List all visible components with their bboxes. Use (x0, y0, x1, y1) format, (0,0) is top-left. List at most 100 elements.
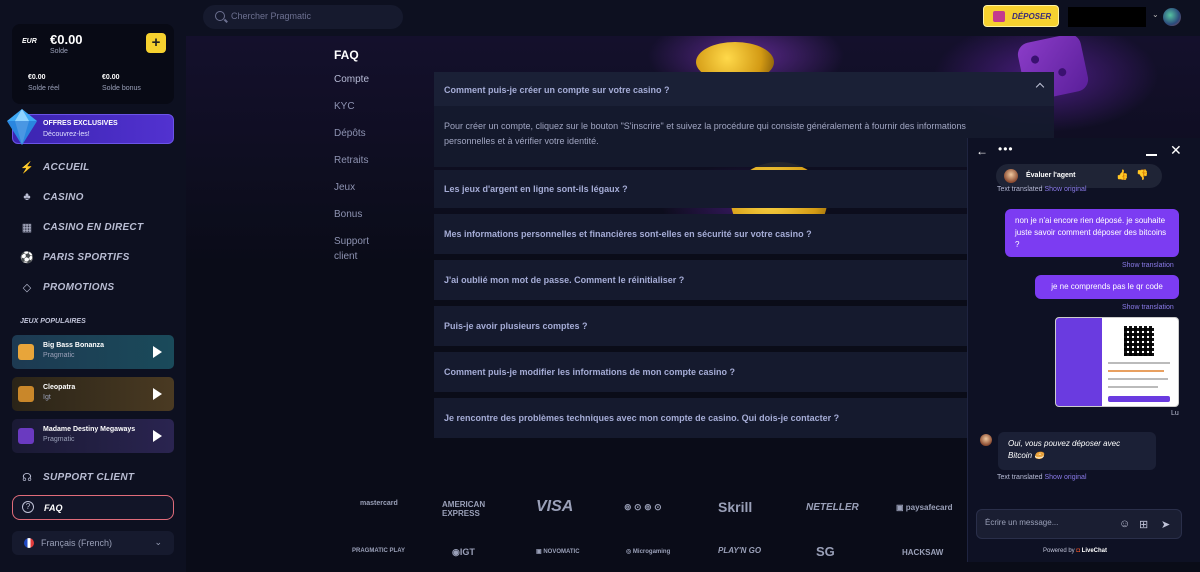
game-title: Madame Destiny Megaways (43, 426, 136, 433)
clubs-icon: ♣ (23, 191, 31, 203)
nav-sports[interactable]: ⚽ PARIS SPORTIFS (20, 248, 130, 266)
search-box[interactable] (203, 5, 403, 29)
faq-title: FAQ (334, 48, 359, 62)
user-message: non je n'ai encore rien déposé. je souha… (1005, 209, 1179, 257)
faq-question: Je rencontre des problèmes techniques av… (444, 413, 840, 423)
nav-support[interactable]: ☊ SUPPORT CLIENT (20, 468, 134, 486)
chat-message-input[interactable] (985, 518, 1115, 527)
microgaming-logo: ◎ Microgaming (626, 549, 671, 555)
rate-agent-label: Évaluer l'agent (1026, 172, 1076, 179)
faq-link-support[interactable]: Support client (334, 234, 394, 264)
promo-subtitle: Découvrez-les! (43, 131, 90, 138)
play-icon[interactable] (153, 430, 162, 442)
neteller-logo: NETELLER (806, 502, 859, 513)
close-icon[interactable]: ✕ (1170, 142, 1182, 159)
game-card[interactable]: Big Bass Bonanza Pragmatic (12, 335, 174, 369)
thumbs-down-icon[interactable]: 👎 (1136, 170, 1148, 181)
attachment-line (1108, 362, 1170, 364)
game-card[interactable]: Cleopatra Igt (12, 377, 174, 411)
attachment-line (1108, 370, 1164, 372)
nav-live-casino[interactable]: ▦ CASINO EN DIRECT (20, 218, 143, 236)
exclusive-offers-banner[interactable]: OFFRES EXCLUSIVES Découvrez-les! (7, 109, 174, 145)
amex-logo: AMERICAN EXPRESS (442, 500, 486, 518)
qr-code-icon (1124, 326, 1154, 356)
faq-link-kyc[interactable]: KYC (334, 99, 394, 114)
back-arrow-icon[interactable]: ← (976, 144, 988, 158)
show-translation-link[interactable]: Show translation (1122, 304, 1174, 311)
novomatic-logo: ▣ NOVOMATIC (536, 549, 580, 555)
paysafecard-logo: ▣ paysafecard (896, 503, 953, 512)
faq-link-account[interactable]: Compte (334, 72, 394, 87)
chevron-down-icon[interactable]: ⌄ (1152, 10, 1159, 19)
play-icon[interactable] (153, 346, 162, 358)
wallet-balance-label: Solde (50, 48, 68, 55)
nav-home[interactable]: ⚡ ACCUEIL (20, 158, 90, 176)
rate-agent-bar: Évaluer l'agent 👍 👎 (996, 164, 1162, 188)
game-thumbnail (18, 428, 34, 444)
game-card[interactable]: Madame Destiny Megaways Pragmatic (12, 419, 174, 453)
show-original-link[interactable]: Show original (1044, 474, 1086, 481)
faq-item[interactable]: J'ai oublié mon mot de passe. Comment le… (434, 260, 1054, 300)
nav-home-label: ACCUEIL (43, 161, 90, 173)
game-provider: Pragmatic (43, 436, 75, 443)
search-input[interactable] (231, 11, 391, 21)
faq-question-row[interactable]: Comment puis-je créer un compte sur votr… (434, 72, 1054, 106)
skrill-logo: Skrill (718, 499, 753, 515)
minimize-icon[interactable] (1146, 154, 1157, 156)
attachment-button (1108, 396, 1170, 402)
play-icon[interactable] (153, 388, 162, 400)
chat-input-box: ☺ ⊞ ➤ (976, 509, 1182, 539)
faq-question: Puis-je avoir plusieurs comptes ? (444, 321, 588, 331)
chevron-up-icon[interactable] (1035, 82, 1045, 92)
diamond-icon: ◇ (22, 281, 32, 294)
username-redacted[interactable] (1068, 7, 1146, 27)
sg-logo: SG (816, 544, 835, 559)
nav-support-label: SUPPORT CLIENT (43, 471, 135, 483)
add-funds-button[interactable]: + (146, 33, 166, 53)
faq-link-withdrawals[interactable]: Retraits (334, 153, 394, 168)
faq-item[interactable]: Mes informations personnelles et financi… (434, 214, 1054, 254)
deposit-label: DÉPOSER (1012, 12, 1052, 21)
read-receipt: Lu (1171, 410, 1179, 417)
attachment-line (1108, 386, 1158, 388)
mastercard-logo: mastercard (360, 500, 398, 507)
faq-question: Comment puis-je modifier les information… (444, 367, 736, 377)
nav-faq[interactable]: ? FAQ (12, 495, 174, 520)
more-icon[interactable]: ••• (998, 142, 1014, 156)
show-translation-link[interactable]: Show translation (1122, 262, 1174, 269)
show-original-link[interactable]: Show original (1044, 186, 1086, 193)
faq-category-nav: FAQ Compte KYC Dépôts Retraits Jeux Bonu… (334, 48, 394, 276)
faq-item[interactable]: Les jeux d'argent en ligne sont-ils léga… (434, 170, 1054, 208)
chevron-down-icon: ⌄ (154, 537, 162, 547)
send-icon[interactable]: ➤ (1161, 518, 1170, 531)
headset-icon: ☊ (22, 471, 32, 484)
screenshot-attachment[interactable] (1055, 317, 1179, 407)
faq-question: Les jeux d'argent en ligne sont-ils léga… (444, 184, 628, 194)
faq-item-expanded[interactable]: Comment puis-je créer un compte sur votr… (434, 72, 1054, 167)
livechat-brand[interactable]: LiveChat (1082, 548, 1107, 554)
football-icon: ⚽ (20, 251, 34, 264)
powered-by: Powered by ◘ LiveChat (1043, 548, 1107, 554)
translation-note: Text translated Show original (997, 186, 1087, 193)
faq-link-bonus[interactable]: Bonus (334, 207, 394, 222)
gem-icon (7, 109, 37, 145)
faq-item[interactable]: Puis-je avoir plusieurs comptes ? (434, 306, 1054, 346)
wallet-icon (993, 11, 1005, 22)
bonus-balance-label: Solde bonus (102, 85, 141, 92)
nav-promotions[interactable]: ◇ PROMOTIONS (20, 278, 114, 296)
game-thumbnail (18, 344, 34, 360)
nav-casino[interactable]: ♣ CASINO (20, 188, 84, 206)
faq-link-deposits[interactable]: Dépôts (334, 126, 394, 141)
game-title: Big Bass Bonanza (43, 342, 105, 349)
faq-link-games[interactable]: Jeux (334, 180, 394, 195)
deposit-button[interactable]: DÉPOSER (983, 5, 1059, 27)
language-selector[interactable]: Français (French) ⌄ (12, 531, 174, 555)
faq-item[interactable]: Comment puis-je modifier les information… (434, 352, 1054, 392)
faq-item[interactable]: Je rencontre des problèmes techniques av… (434, 398, 1054, 438)
thumbs-up-icon[interactable]: 👍 (1116, 170, 1128, 181)
emoji-icon[interactable]: ☺ (1119, 518, 1130, 530)
avatar[interactable] (1163, 8, 1181, 26)
attach-plus-icon[interactable]: ⊞ (1139, 518, 1148, 531)
nav-sports-label: PARIS SPORTIFS (43, 251, 130, 263)
nav-promotions-label: PROMOTIONS (43, 281, 115, 293)
